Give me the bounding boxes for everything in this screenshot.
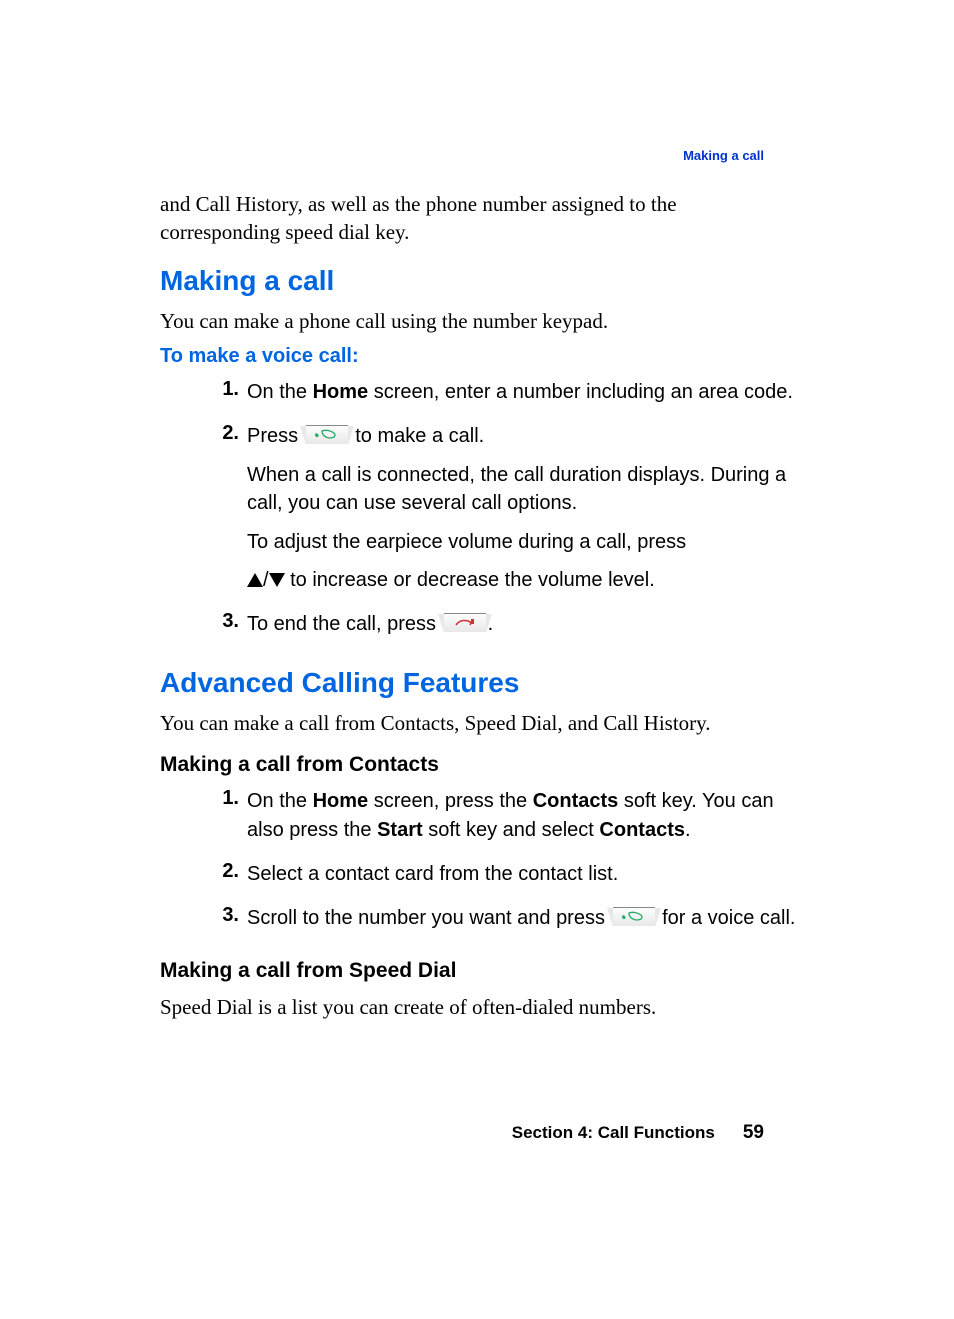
step-body: On the Home screen, enter a number inclu… xyxy=(247,378,799,416)
step-body: Scroll to the number you want and press … xyxy=(247,904,799,942)
step-number: 1. xyxy=(205,378,247,401)
text: On the xyxy=(247,381,313,403)
step-2: 2. Select a contact card from the contac… xyxy=(205,860,799,898)
end-key-icon xyxy=(444,613,486,632)
page: Making a call and Call History, as well … xyxy=(0,0,954,1319)
step-body: Select a contact card from the contact l… xyxy=(247,860,799,898)
home-label: Home xyxy=(313,381,369,403)
footer-section: Section 4: Call Functions xyxy=(512,1123,715,1142)
step-number: 2. xyxy=(205,860,247,883)
step-number: 3. xyxy=(205,610,247,633)
step-1: 1. On the Home screen, enter a number in… xyxy=(205,378,799,416)
page-number: 59 xyxy=(743,1122,764,1143)
text: Scroll to the number you want and press xyxy=(247,907,611,929)
contacts-label: Contacts xyxy=(599,819,685,841)
heading-advanced-calling: Advanced Calling Features xyxy=(160,667,799,699)
section1-intro: You can make a phone call using the numb… xyxy=(160,307,799,335)
text: to increase or decrease the volume level… xyxy=(285,569,655,591)
text: for a voice call. xyxy=(657,907,796,929)
text: To end the call, press xyxy=(247,613,442,635)
speed-dial-intro: Speed Dial is a list you can create of o… xyxy=(160,993,799,1021)
text: screen, enter a number including an area… xyxy=(368,381,793,403)
step-number: 3. xyxy=(205,904,247,927)
step-1: 1. On the Home screen, press the Contact… xyxy=(205,787,799,854)
running-head: Making a call xyxy=(683,148,764,163)
call-key-icon xyxy=(613,907,655,926)
intro-continuation: and Call History, as well as the phone n… xyxy=(160,190,799,247)
step-number: 2. xyxy=(205,422,247,445)
subheading-from-contacts: Making a call from Contacts xyxy=(160,753,799,777)
step-2-p2: When a call is connected, the call durat… xyxy=(247,461,799,518)
step-2-p3: To adjust the earpiece volume during a c… xyxy=(247,528,799,556)
home-label: Home xyxy=(313,790,369,812)
step-body: To end the call, press . xyxy=(247,610,799,648)
text: On the xyxy=(247,790,313,812)
contacts-steps: 1. On the Home screen, press the Contact… xyxy=(160,787,799,943)
section2-intro: You can make a call from Contacts, Speed… xyxy=(160,709,799,737)
text: Press xyxy=(247,425,304,447)
text: soft key and select xyxy=(423,819,600,841)
voice-call-steps: 1. On the Home screen, enter a number in… xyxy=(160,378,799,649)
step-3: 3. To end the call, press . xyxy=(205,610,799,648)
heading-making-a-call: Making a call xyxy=(160,265,799,297)
text: . xyxy=(685,819,691,841)
start-label: Start xyxy=(377,819,423,841)
step-body: Press to make a call. When a call is con… xyxy=(247,422,799,604)
up-arrow-icon xyxy=(247,573,263,587)
text: screen, press the xyxy=(368,790,533,812)
down-arrow-icon xyxy=(269,573,285,587)
subheading-to-make-voice-call: To make a voice call: xyxy=(160,345,799,368)
step-number: 1. xyxy=(205,787,247,810)
text: to make a call. xyxy=(350,425,485,447)
subheading-from-speed-dial: Making a call from Speed Dial xyxy=(160,959,799,983)
text: Select a contact card from the contact l… xyxy=(247,860,799,888)
step-3: 3. Scroll to the number you want and pre… xyxy=(205,904,799,942)
step-2: 2. Press to make a call. When a call is … xyxy=(205,422,799,604)
step-body: On the Home screen, press the Contacts s… xyxy=(247,787,799,854)
contacts-label: Contacts xyxy=(533,790,619,812)
call-key-icon xyxy=(306,425,348,444)
page-footer: Section 4: Call Functions 59 xyxy=(512,1122,764,1144)
